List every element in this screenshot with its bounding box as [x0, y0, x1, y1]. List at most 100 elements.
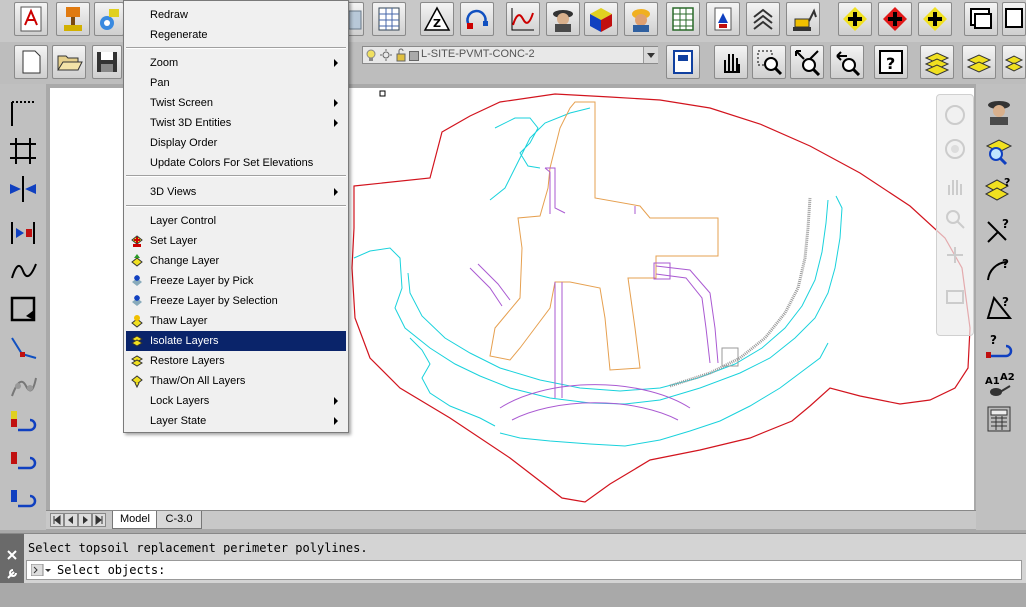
menu-item-isolate-layers[interactable]: Isolate Layers — [126, 331, 346, 351]
menu-item-set-layer[interactable]: Set Layer — [126, 231, 346, 251]
rotate-button[interactable] — [460, 2, 494, 36]
extend-tool-button[interactable] — [6, 172, 40, 206]
menu-item-zoom[interactable]: Zoom — [126, 53, 346, 73]
window-button[interactable] — [964, 2, 998, 36]
layer-stack-3-button[interactable] — [1002, 45, 1026, 79]
arc-query-button[interactable]: ? — [982, 252, 1016, 286]
angle-query-button[interactable]: ? — [982, 290, 1016, 324]
menu-item-3d-views[interactable]: 3D Views — [126, 182, 346, 202]
command-window-grip[interactable] — [0, 534, 24, 584]
menu-item-update-colors-for-set-elevations[interactable]: Update Colors For Set Elevations — [126, 153, 346, 173]
menu-item-pan[interactable]: Pan — [126, 73, 346, 93]
line-tool-button[interactable] — [6, 96, 40, 130]
shapes-icon — [714, 7, 732, 31]
layer-query-button[interactable]: ? — [982, 172, 1016, 206]
menu-item-twist-3d-entities[interactable]: Twist 3D Entities — [126, 113, 346, 133]
dropdown-arrow-button[interactable] — [643, 47, 658, 63]
elevation-tool-3-button[interactable] — [6, 482, 40, 516]
layer-stack-small-icon — [1004, 55, 1024, 72]
wrench-icon[interactable] — [6, 568, 18, 580]
zoom-icon[interactable] — [943, 207, 967, 231]
menu-item-layer-control[interactable]: Layer Control — [126, 211, 346, 231]
spreadsheet-button[interactable] — [372, 2, 406, 36]
menu-item-change-layer[interactable]: Change Layer — [126, 251, 346, 271]
menu-item-regenerate[interactable]: Regenerate — [126, 25, 346, 45]
steering-wheel-icon[interactable] — [943, 103, 967, 127]
tab-c-3-0[interactable]: C-3.0 — [156, 511, 202, 529]
pan-button[interactable] — [714, 45, 748, 79]
zoom-window-button[interactable] — [752, 45, 786, 79]
zoom-previous-button[interactable] — [830, 45, 864, 79]
chevrons-button[interactable] — [746, 2, 780, 36]
current-layer-name: L-SITE-PVMT-CONC-2 — [421, 48, 535, 60]
settings-button[interactable] — [94, 2, 124, 36]
a1-a2-button[interactable]: A1 A2 — [982, 368, 1016, 402]
menu-item-twist-screen[interactable]: Twist Screen — [126, 93, 346, 113]
command-input-box[interactable]: Select objects: — [26, 560, 1022, 580]
close-window-button[interactable] — [1002, 2, 1026, 36]
layer-control-dropdown[interactable]: L-SITE-PVMT-CONC-2 — [362, 46, 658, 64]
command-prompt-icon[interactable] — [31, 564, 51, 576]
grid-button[interactable] — [666, 2, 700, 36]
spline-tool-button[interactable] — [6, 254, 40, 288]
pan-hand-icon[interactable] — [943, 175, 967, 199]
layer-search-button[interactable] — [982, 134, 1016, 168]
menu-item-thaw-layer[interactable]: Thaw Layer — [126, 311, 346, 331]
open-file-button[interactable] — [52, 45, 86, 79]
tab-nav-next[interactable] — [78, 513, 92, 527]
polyline-tool-button[interactable] — [6, 292, 40, 326]
paint-button[interactable] — [56, 2, 90, 36]
tab-nav-prev[interactable] — [64, 513, 78, 527]
new-file-button[interactable] — [14, 45, 48, 79]
node-query-icon: ? — [987, 217, 1009, 243]
zoom-extents-icon — [795, 50, 821, 76]
zoom-z-button[interactable]: Z — [420, 2, 454, 36]
menu-item-freeze-layer-by-pick[interactable]: Freeze Layer by Pick — [126, 271, 346, 291]
save-button[interactable] — [92, 45, 122, 79]
shapes-button[interactable] — [706, 2, 740, 36]
calculator-button[interactable] — [982, 402, 1016, 436]
zoom-extents-button[interactable] — [790, 45, 824, 79]
inspector-button[interactable] — [982, 94, 1016, 128]
excavator-button[interactable] — [786, 2, 820, 36]
join-tool-button[interactable] — [6, 370, 40, 404]
cube-button[interactable] — [584, 2, 618, 36]
add-layer-red-button[interactable] — [878, 2, 912, 36]
extend-arrows-icon — [10, 176, 36, 202]
menu-item-freeze-layer-by-selection[interactable]: Freeze Layer by Selection — [126, 291, 346, 311]
layer-stack-button[interactable] — [920, 45, 954, 79]
add-layer-black-button[interactable] — [838, 2, 872, 36]
elevation-tool-2-button[interactable] — [6, 444, 40, 478]
tab-model[interactable]: Model — [112, 511, 158, 529]
stretch-icon — [11, 222, 35, 244]
tab-nav-last[interactable] — [92, 513, 106, 527]
elevation-tool-1-button[interactable] — [6, 406, 40, 440]
node-query-button[interactable]: ? — [982, 214, 1016, 248]
tab-nav-first[interactable] — [50, 513, 64, 527]
fillet-tool-button[interactable] — [6, 332, 40, 366]
menu-item-layer-state[interactable]: Layer State — [126, 411, 346, 431]
showmotion-icon[interactable] — [943, 285, 967, 309]
elevation-query-button[interactable]: ? — [982, 330, 1016, 364]
tab-c-3-0-label: C-3.0 — [165, 513, 193, 525]
menu-item-display-order[interactable]: Display Order — [126, 133, 346, 153]
detective-button[interactable] — [546, 2, 580, 36]
walkway-east-polyline — [655, 265, 719, 364]
orbit-3d-icon[interactable] — [943, 243, 967, 267]
close-icon[interactable] — [7, 550, 17, 560]
orbit-icon[interactable] — [943, 137, 967, 161]
worker-button[interactable] — [624, 2, 658, 36]
help-button[interactable]: ? — [874, 45, 908, 79]
menu-item-thaw-on-all-layers[interactable]: Thaw/On All Layers — [126, 371, 346, 391]
pdf-button[interactable] — [14, 2, 48, 36]
layer-stack-2-button[interactable] — [962, 45, 996, 79]
layer-props-button[interactable] — [666, 45, 700, 79]
menu-item-redraw[interactable]: Redraw — [126, 5, 346, 25]
menu-item-restore-layers[interactable]: Restore Layers — [126, 351, 346, 371]
stretch-tool-button[interactable] — [6, 216, 40, 250]
profile-button[interactable] — [506, 2, 540, 36]
add-layer-yellow-button[interactable] — [918, 2, 952, 36]
color-cube-icon — [590, 8, 612, 32]
trim-tool-button[interactable] — [6, 134, 40, 168]
menu-item-lock-layers[interactable]: Lock Layers — [126, 391, 346, 411]
